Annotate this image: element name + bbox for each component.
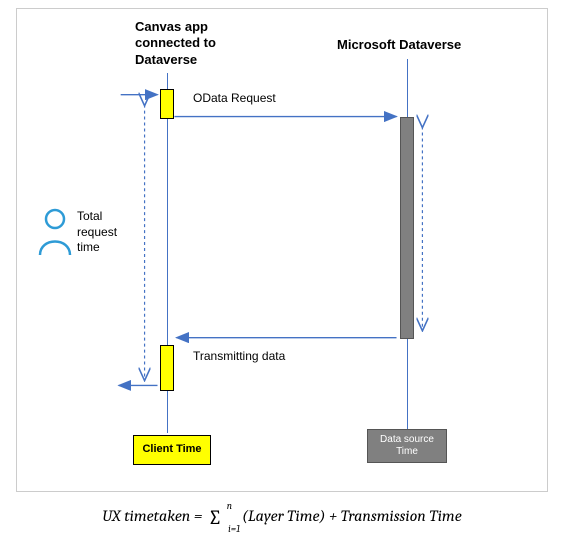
formula-lhs: UX timetaken — [102, 507, 190, 525]
formula-term2: Transmission Time — [341, 507, 462, 525]
diagram-container: Canvas app connected to Dataverse Micros… — [0, 0, 564, 551]
data-source-time-text: Data source Time — [368, 434, 446, 458]
client-activation-top — [160, 89, 174, 119]
sigma-sup: n — [227, 500, 232, 512]
data-source-time-box: Data source Time — [367, 429, 447, 463]
client-activation-bottom — [160, 345, 174, 391]
transmitting-data-label: Transmitting data — [193, 349, 285, 363]
canvas-app-header: Canvas app connected to Dataverse — [135, 19, 245, 68]
total-request-time-label: Total request time — [77, 209, 117, 256]
odata-request-label: OData Request — [193, 91, 276, 105]
formula-term1: (Layer Time) — [242, 507, 325, 525]
sigma-icon: ∑ n i=1 — [208, 506, 222, 529]
sigma-sub: i=1 — [228, 523, 240, 535]
client-time-box: Client Time — [133, 435, 211, 465]
formula-plus: + — [326, 507, 341, 525]
dataverse-header: Microsoft Dataverse — [337, 37, 461, 53]
formula-eq: = — [190, 507, 206, 525]
user-icon — [35, 207, 75, 257]
diagram-frame: Canvas app connected to Dataverse Micros… — [16, 8, 548, 492]
ux-timetaken-formula: UX timetaken = ∑ n i=1 (Layer Time) + Tr… — [0, 506, 564, 529]
server-activation — [400, 117, 414, 339]
